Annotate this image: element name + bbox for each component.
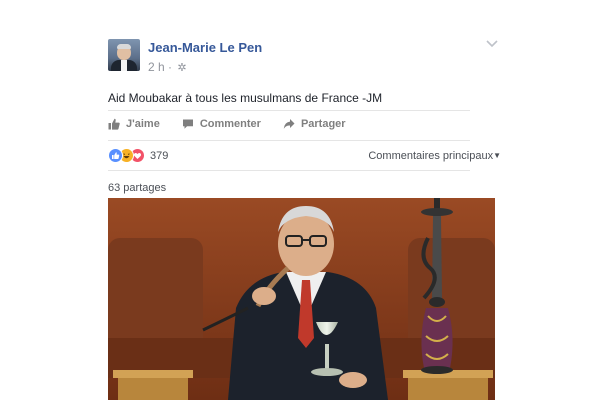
divider [108,170,470,171]
post-photo[interactable] [108,198,495,400]
divider [108,140,470,141]
reactions-row: 379 Commentaires principaux▼ [108,148,501,163]
share-button[interactable]: Partager [283,116,346,132]
comment-button[interactable]: Commenter [182,116,261,132]
avatar-hair [117,44,131,49]
avatar-shirt [121,60,127,71]
share-label: Partager [300,118,346,130]
comment-label: Commenter [199,118,261,130]
post-text: Aid Moubakar à tous les musulmans de Fra… [108,91,383,105]
caret-down-icon: ▼ [493,150,501,160]
comments-order-dropdown[interactable]: Commentaires principaux▼ [368,150,501,162]
post-meta: Jean-Marie Le Pen 2 h · ✲ [148,39,262,76]
comment-icon [182,119,193,129]
like-reaction-icon [108,148,123,163]
post-header: Jean-Marie Le Pen 2 h · ✲ [108,39,262,76]
separator-dot: · [168,60,176,74]
photo-illustration [108,198,495,400]
chevron-down-icon[interactable] [485,39,499,49]
post-timestamp[interactable]: 2 h [148,60,165,74]
shares-count[interactable]: 63 partages [108,182,166,194]
reaction-summary[interactable]: 379 [108,148,168,163]
thumbs-up-icon [108,118,120,130]
divider [108,110,470,111]
gear-icon: ✲ [177,62,187,74]
share-arrow-icon [283,119,295,129]
post-actions: J'aime Commenter Partager [108,116,368,132]
avatar[interactable] [108,39,140,71]
comments-order-label: Commentaires principaux [368,149,494,162]
post-subline: 2 h · ✲ [148,59,262,76]
reaction-count: 379 [150,149,169,162]
author-name[interactable]: Jean-Marie Le Pen [148,40,262,56]
like-label: J'aime [126,118,160,130]
like-button[interactable]: J'aime [108,116,160,132]
